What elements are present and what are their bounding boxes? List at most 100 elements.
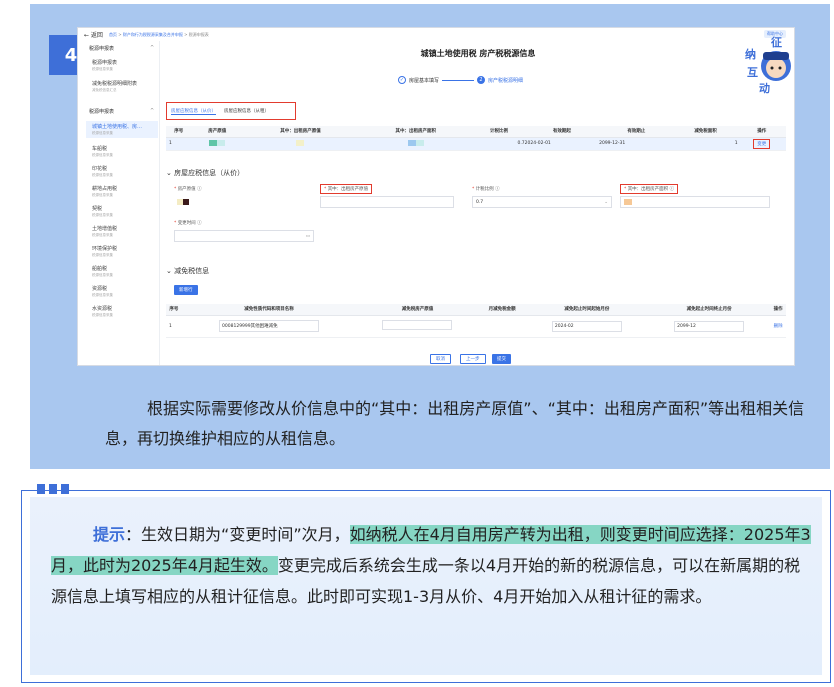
field-label-highlighted: * 其中：出租房产面积 ⓘ — [620, 184, 679, 194]
cancel-button[interactable]: 取消 — [430, 354, 451, 364]
tab-rent-based[interactable]: 房屋应税信息（从租） — [224, 108, 269, 114]
column-header: 有效期止 — [599, 126, 674, 138]
change-time-picker[interactable]: ▭ — [174, 230, 314, 242]
column-header: 减免税面积 — [673, 126, 738, 138]
end-month-cell: 2099-12 — [647, 315, 771, 338]
top-instruction-text: 根据实际需要修改从价信息中的“其中：出租房产原值”、“其中：出租房产面积”等出租… — [105, 399, 805, 448]
sidebar-item[interactable]: 车船税 税源信息采集 — [92, 145, 113, 158]
svg-text:纳: 纳 — [745, 47, 756, 61]
sidebar-item[interactable]: 船舶税 税源信息采集 — [92, 265, 113, 278]
sidebar-group[interactable]: 税源申报表 — [89, 45, 114, 52]
masked-value — [242, 137, 359, 151]
exemption-code-select[interactable]: 0008129999其他困难减免 — [219, 320, 320, 332]
field-label: * 计税比例 ⓘ — [472, 187, 500, 192]
change-button[interactable]: 变更 — [753, 138, 771, 149]
code-select-cell: 0008129999其他困难减免 — [181, 315, 357, 338]
table-row: 1 0008129999其他困难减免 2024-02 2099-12 删除 — [166, 315, 786, 338]
submit-button[interactable]: 提交 — [492, 354, 511, 364]
subtab-bar: 房屋应税信息（从价） 房屋应税信息（从租） — [166, 102, 296, 120]
svg-text:动: 动 — [759, 81, 770, 95]
sidebar-item[interactable]: 耕地占用税 税源信息采集 — [92, 185, 117, 198]
step-number: 2 — [477, 76, 486, 84]
tax-source-table: 序号 房产原值 其中：出租房产原值 其中：出租房产面积 计税比例 有效期起 有效… — [166, 126, 786, 151]
column-header: 有效期起 — [524, 126, 600, 138]
end-month-picker[interactable]: 2099-12 — [674, 320, 745, 332]
tip-label: 提示 — [93, 525, 126, 544]
column-header: 操作 — [737, 126, 786, 138]
sidebar-item[interactable]: 环境保护税 税源信息采集 — [92, 245, 117, 258]
column-header: 月减免税金额 — [478, 304, 526, 316]
mascot-logo: 纳 征 互 动 — [745, 35, 791, 95]
sidebar-item[interactable]: 减免税税源明细附表 减免税信息汇总 — [92, 80, 137, 93]
ratio-cell: 0.7 — [473, 137, 525, 151]
sidebar-item[interactable]: 资源税 税源信息采集 — [92, 285, 113, 298]
column-header: 其中：出租房产原值 — [242, 126, 359, 138]
section-heading: ⌄ 减免税信息 — [166, 267, 210, 275]
svg-text:互: 互 — [747, 66, 758, 79]
step-label: 房屋基本填写 — [409, 77, 440, 84]
column-header: 减免起止时间起始月份 — [525, 304, 648, 316]
check-icon: ✓ — [398, 76, 406, 84]
breadcrumb-current: 税源申报表 — [188, 31, 209, 37]
exempt-value-input[interactable] — [382, 320, 453, 330]
column-header: 操作 — [770, 304, 786, 316]
column-header: 减免起止时间终止月份 — [647, 304, 771, 316]
step-connector — [442, 79, 475, 81]
sidebar-item-active[interactable]: 城镇土地使用税、房… 税源信息采集 — [86, 121, 158, 138]
start-date-cell: 2024-02-01 — [524, 137, 600, 151]
prev-step-button[interactable]: 上一步 — [460, 354, 486, 364]
add-row-button[interactable]: 新增行 — [174, 285, 198, 295]
rent-value-input[interactable] — [320, 196, 454, 208]
back-link[interactable]: ← 返回 — [84, 30, 103, 39]
chevron-down-icon: ⌄ — [604, 199, 608, 205]
breadcrumb-item[interactable]: 财产和行为税税源采集及合并申报 — [123, 32, 183, 37]
column-header: 其中：出租房产面积 — [358, 126, 474, 138]
rent-area-input[interactable] — [620, 196, 770, 208]
chevron-up-icon[interactable]: ^ — [150, 108, 154, 114]
chevron-down-icon[interactable]: ⌄ — [166, 267, 174, 275]
table-row[interactable]: 1 0.7 2024-02-01 2099-12-31 1 变更 — [166, 137, 786, 151]
breadcrumb-item[interactable]: 首页 — [109, 32, 117, 37]
step-label: 房产税税源明细 — [488, 77, 524, 84]
field-label: * 变更时间 ⓘ — [174, 221, 202, 226]
sidebar: 税源申报表 ^ 税源申报表 税源信息采集 减免税税源明细附表 减免税信息汇总 税源申… — [78, 41, 160, 365]
calendar-icon: ▭ — [305, 233, 310, 239]
row-index: 1 — [166, 315, 182, 338]
section-heading: ⌄ 房屋应税信息（从价） — [166, 169, 245, 177]
sidebar-item[interactable]: 水资源税 税源信息采集 — [92, 305, 113, 318]
column-header: 序号 — [166, 304, 182, 316]
step-indicator: ✓ 房屋基本填写 2 房产税税源明细 — [398, 76, 523, 84]
sidebar-item[interactable]: 印花税 税源信息采集 — [92, 165, 113, 178]
sidebar-group[interactable]: 税源申报表 — [89, 108, 114, 115]
delete-link[interactable]: 删除 — [770, 315, 786, 338]
end-date-cell: 2099-12-31 — [599, 137, 674, 151]
empty-cell — [478, 315, 526, 338]
sidebar-item[interactable]: 税源申报表 税源信息采集 — [92, 59, 117, 72]
screenshot-window: ← 返回 首页 > 财产和行为税税源采集及合并申报 > 税源申报表 帮助中心 税… — [77, 27, 795, 366]
column-header: 序号 — [166, 126, 192, 138]
column-header: 房产原值 — [191, 126, 243, 138]
ratio-select[interactable]: 0.7 ⌄ — [472, 196, 612, 208]
sidebar-item[interactable]: 契税 税源信息采集 — [92, 205, 113, 218]
count-cell: 1 — [673, 137, 738, 151]
original-value-input[interactable] — [174, 196, 308, 208]
column-header: 减免税房产原值 — [356, 304, 479, 316]
breadcrumb: 首页 > 财产和行为税税源采集及合并申报 > 税源申报表 — [108, 31, 209, 37]
start-month-picker[interactable]: 2024-02 — [551, 320, 622, 332]
sidebar-item[interactable]: 土地增值税 税源信息采集 — [92, 225, 117, 238]
tab-ad-valorem[interactable]: 房屋应税信息（从价） — [171, 108, 216, 115]
tip-text: 提示：生效日期为“变更时间”次月，如纳税人在4月自用房产转为出租，则变更时间应选… — [51, 525, 811, 606]
action-cell: 变更 — [737, 137, 786, 151]
svg-text:征: 征 — [771, 35, 782, 49]
masked-value — [358, 137, 474, 151]
masked-value — [191, 137, 243, 151]
page-title: 城镇土地使用税 房产税税源信息 — [420, 49, 536, 58]
value-cell — [356, 315, 479, 338]
field-label: * 房产原值 ⓘ — [174, 187, 202, 192]
start-month-cell: 2024-02 — [525, 315, 648, 338]
chevron-up-icon[interactable]: ^ — [150, 45, 154, 51]
exemption-table: 序号 减免性质代码和项目名称 减免税房产原值 月减免税金额 减免起止时间起始月份… — [166, 304, 786, 338]
field-label-highlighted: * 其中：出租房产原值 — [320, 184, 373, 194]
chevron-down-icon[interactable]: ⌄ — [166, 169, 174, 177]
screenshot-header: ← 返回 首页 > 财产和行为税税源采集及合并申报 > 税源申报表 — [78, 28, 794, 41]
